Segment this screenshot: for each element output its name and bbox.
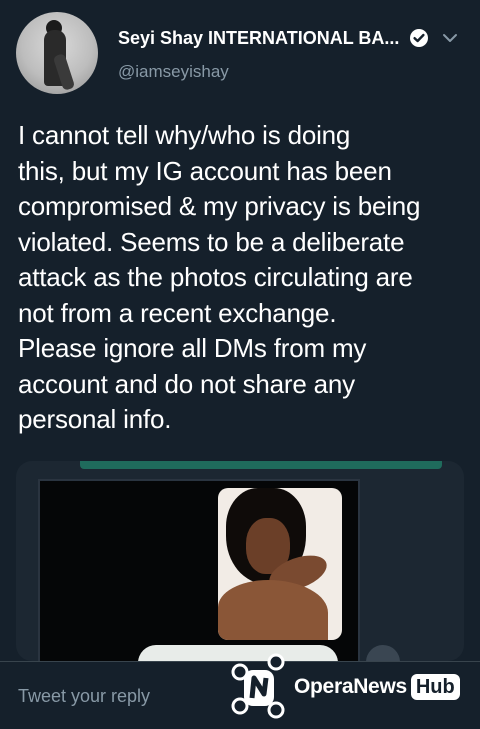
operanews-hub-badge: Hub [410,674,460,700]
user-handle[interactable]: @iamseyishay [118,62,229,82]
operanews-logo-icon [231,653,285,719]
name-row: Seyi Shay INTERNATIONAL BA... [118,26,464,50]
photo-shoulder-shape [218,580,328,640]
tweet-media[interactable] [16,461,464,661]
tweet-header: Seyi Shay INTERNATIONAL BA... @iamseyish… [16,12,464,96]
avatar[interactable] [16,12,98,94]
operanews-brand: OperaNews [294,675,407,698]
chevron-down-icon[interactable] [440,28,460,48]
media-chat-header-bar [80,461,442,469]
reply-input[interactable]: Tweet your reply [18,686,150,707]
tweet-text: I cannot tell why/who is doing this, but… [18,120,421,434]
media-photo [218,488,342,640]
operanews-wordmark: OperaNews Hub [294,674,460,700]
verified-badge-icon [410,29,429,47]
display-name[interactable]: Seyi Shay INTERNATIONAL BA... [118,28,399,49]
operanews-watermark: OperaNews Hub [226,648,476,722]
